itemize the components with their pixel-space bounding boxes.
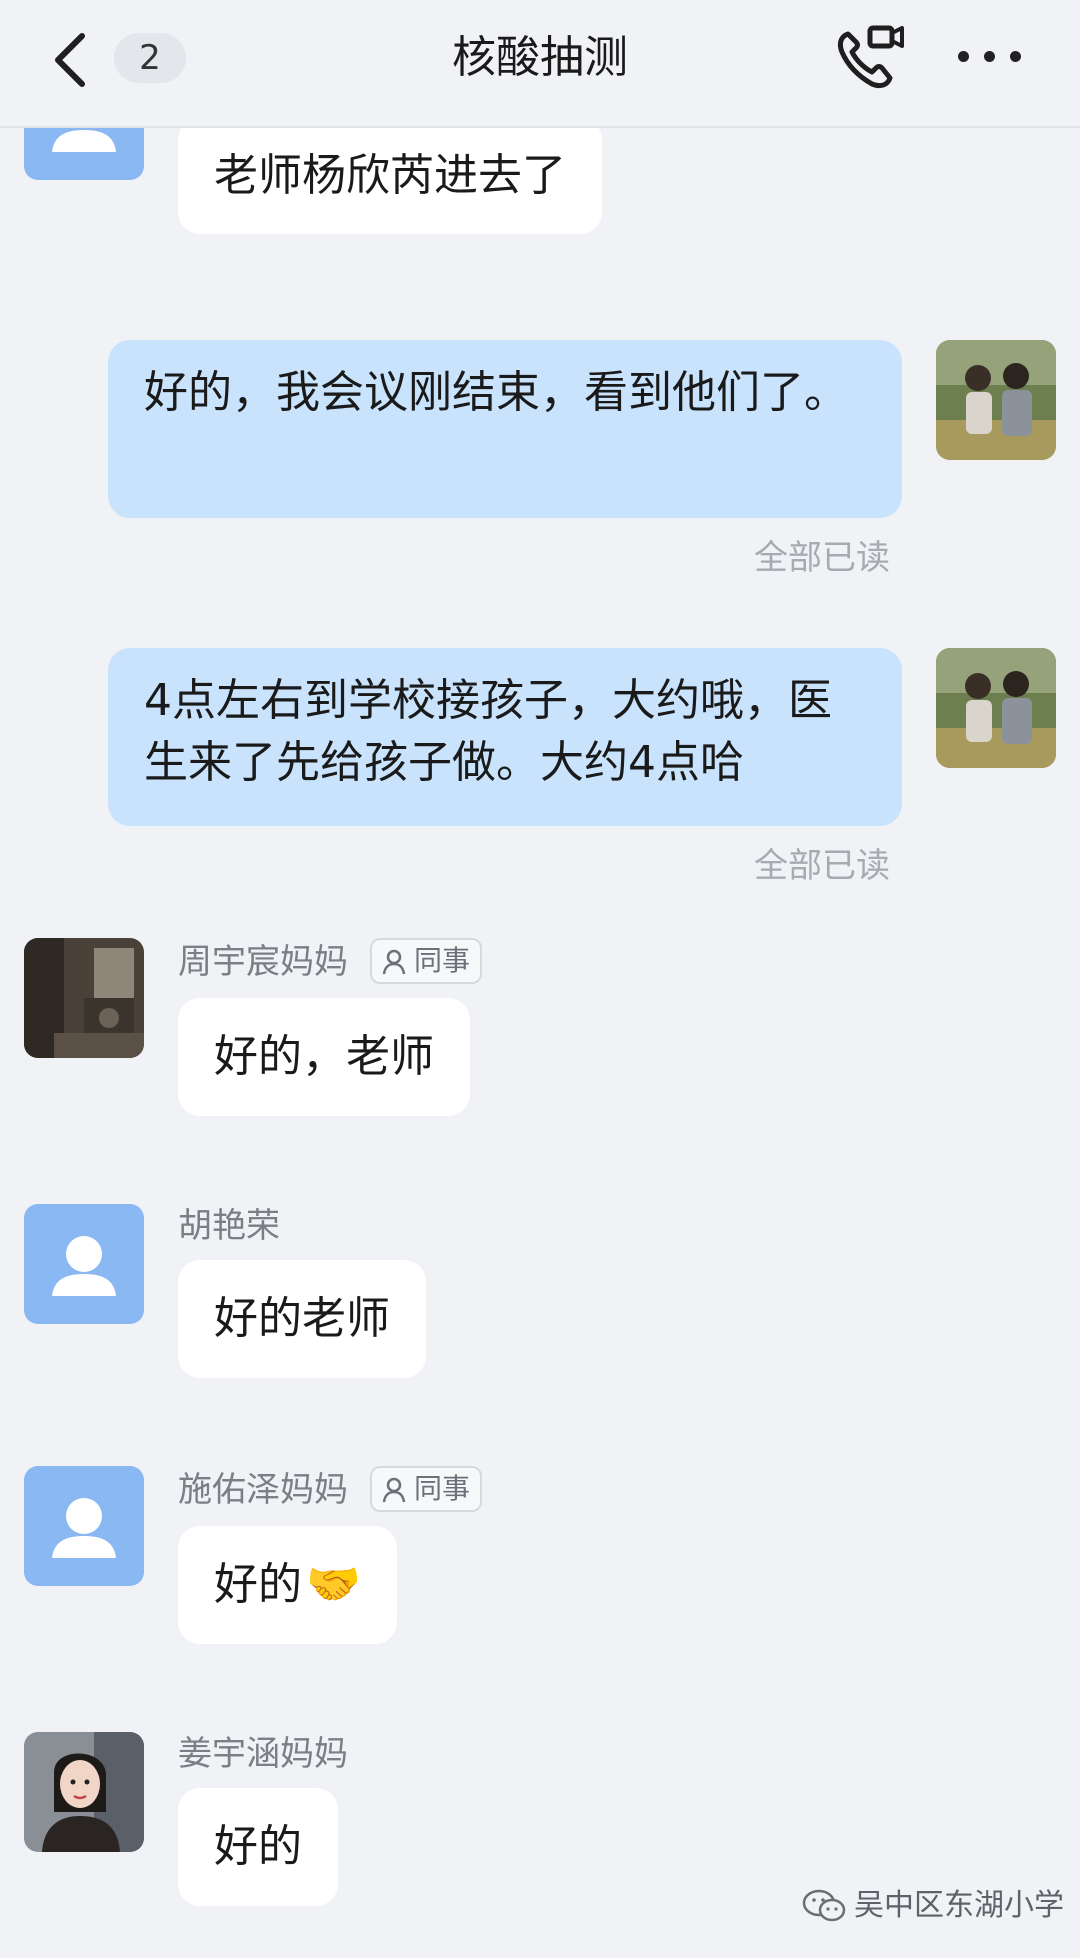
message-text: 好的	[214, 1821, 302, 1872]
message-text: 好的，我会议刚结束，看到他们了。	[144, 367, 848, 418]
unread-count-badge[interactable]: 2	[114, 33, 186, 83]
default-person-icon	[52, 1498, 116, 1558]
colleague-tag: 同事	[370, 938, 482, 984]
chevron-left-icon	[55, 33, 85, 87]
message-bubble[interactable]: 老师杨欣芮进去了	[178, 118, 602, 234]
tag-label: 同事	[414, 1472, 471, 1505]
avatar[interactable]	[24, 1732, 144, 1852]
message-text: 老师杨欣芮进去了	[214, 150, 566, 201]
message-bubble[interactable]: 好的 🤝	[178, 1526, 397, 1644]
message-bubble[interactable]: 好的，老师	[178, 998, 470, 1116]
phone-video-icon	[837, 25, 904, 89]
photo-girl	[24, 1732, 144, 1852]
call-button[interactable]	[832, 22, 908, 94]
avatar[interactable]	[24, 1204, 144, 1324]
more-options-button[interactable]	[952, 30, 1026, 84]
photo-children	[936, 340, 1056, 460]
message-text: 好的老师	[214, 1293, 390, 1344]
watermark-text: 吴中区东湖小学	[854, 1888, 1064, 1923]
person-icon	[382, 949, 406, 975]
back-button[interactable]	[48, 30, 98, 90]
sender-name: 周宇宸妈妈	[178, 942, 348, 982]
message-text: 好的	[214, 1559, 302, 1610]
person-icon	[382, 1477, 406, 1503]
avatar[interactable]	[936, 340, 1056, 460]
photo-interior	[24, 938, 144, 1058]
colleague-tag: 同事	[370, 1466, 482, 1512]
avatar[interactable]	[24, 1466, 144, 1586]
photo-children	[936, 648, 1056, 768]
avatar[interactable]	[936, 648, 1056, 768]
tag-label: 同事	[414, 944, 471, 977]
watermark: 吴中区东湖小学	[802, 1886, 1064, 1926]
avatar[interactable]	[24, 938, 144, 1058]
read-status: 全部已读	[754, 538, 890, 578]
read-status: 全部已读	[754, 846, 890, 886]
wechat-icon	[802, 1889, 846, 1922]
message-bubble[interactable]: 好的，我会议刚结束，看到他们了。	[108, 340, 902, 518]
chat-header: 2 核酸抽测	[0, 0, 1080, 128]
message-bubble[interactable]: 4点左右到学校接孩子，大约哦，医生来了先给孩子做。大约4点哈	[108, 648, 902, 826]
sender-name: 胡艳荣	[178, 1206, 280, 1246]
message-text: 4点左右到学校接孩子，大约哦，医生来了先给孩子做。大约4点哈	[144, 675, 832, 788]
handshake-emoji: 🤝	[306, 1559, 361, 1610]
message-bubble[interactable]: 好的	[178, 1788, 338, 1906]
message-text: 好的，老师	[214, 1031, 434, 1082]
sender-name: 姜宇涵妈妈	[178, 1734, 348, 1774]
sender-name: 施佑泽妈妈	[178, 1470, 348, 1510]
default-person-icon	[52, 1236, 116, 1296]
message-bubble[interactable]: 好的老师	[178, 1260, 426, 1378]
